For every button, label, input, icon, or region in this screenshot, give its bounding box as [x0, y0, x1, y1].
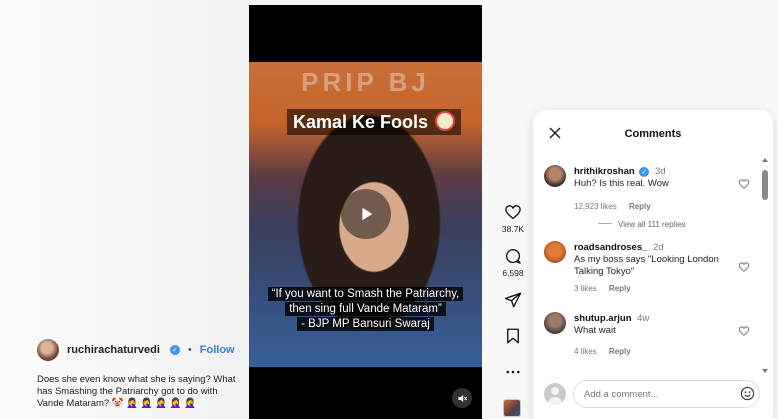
more-icon	[506, 370, 520, 374]
follow-button[interactable]: Follow	[200, 344, 235, 356]
reply-button[interactable]: Reply	[609, 347, 631, 356]
video-quote: “If you want to Smash the Patriarchy, th…	[263, 287, 468, 332]
save-icon	[507, 328, 519, 344]
comments-scrollbar[interactable]	[761, 158, 769, 373]
like-button[interactable]: 38.7K	[500, 203, 526, 234]
comment-heart-icon[interactable]	[738, 325, 750, 337]
comment-meta: 12,923 likes Reply	[574, 202, 744, 211]
comment-like-count[interactable]: 4 likes	[574, 347, 597, 356]
comment-body: roadsandroses_ 2d As my boss says "Looki…	[574, 242, 744, 293]
scroll-down-arrow-icon[interactable]	[762, 369, 768, 373]
commenter-username[interactable]: shutup.arjun	[574, 313, 632, 324]
commenter-username[interactable]: hrithikroshan	[574, 166, 635, 177]
scrollbar-thumb[interactable]	[762, 170, 768, 200]
video-overlay-title: Kamal Ke Fools	[287, 109, 462, 135]
comments-title: Comments	[624, 128, 682, 140]
emoji-icon[interactable]	[740, 386, 755, 401]
speaker-muted-icon	[457, 394, 467, 402]
save-button[interactable]	[500, 327, 526, 345]
comment-composer	[544, 379, 761, 409]
quote-line-3: - BJP MP Bansuri Swaraj	[297, 317, 434, 331]
comment-body: shutup.arjun 4w What wait 4 likes Reply	[574, 313, 744, 356]
comment-like-count[interactable]: 12,923 likes	[574, 202, 617, 211]
verified-badge-icon: ✓	[639, 167, 650, 177]
play-button[interactable]	[341, 189, 391, 239]
heart-icon	[505, 205, 521, 220]
commenter-avatar[interactable]	[544, 312, 566, 334]
quote-line-1: “If you want to Smash the Patriarchy,	[267, 287, 464, 301]
clown-emoji-icon	[435, 111, 456, 131]
reply-button[interactable]: Reply	[629, 202, 651, 211]
more-options-button[interactable]	[500, 363, 526, 381]
separator-dot: •	[187, 344, 192, 356]
verified-badge-icon: ✓	[169, 345, 180, 355]
comment-body: hrithikroshan ✓ 3d Huh? Is this real. Wo…	[574, 166, 744, 211]
comment-text: Huh? Is this real. Wow	[574, 178, 669, 189]
comment-text: What wait	[574, 325, 616, 336]
comment-time: 2d	[653, 242, 664, 253]
reply-button[interactable]: Reply	[609, 284, 631, 293]
share-icon	[504, 292, 522, 308]
post-author-row: ruchirachaturvedi ✓ • Follow	[37, 339, 235, 361]
commenter-avatar[interactable]	[544, 165, 566, 187]
comment-input[interactable]	[573, 380, 760, 408]
author-username[interactable]: ruchirachaturvedi	[67, 344, 160, 356]
comment-header: roadsandroses_ 2d	[574, 242, 744, 253]
play-icon	[362, 207, 373, 221]
comments-panel: Comments hrithikroshan ✓ 3d Huh? Is this…	[533, 110, 773, 419]
quote-line-2: then sing full Vande Mataram”	[285, 302, 446, 316]
comment-time: 4w	[637, 313, 650, 324]
mute-button[interactable]	[452, 388, 472, 408]
scroll-up-arrow-icon[interactable]	[762, 158, 768, 162]
audio-thumbnail[interactable]	[503, 399, 521, 417]
comment-icon	[505, 249, 521, 264]
share-button[interactable]	[500, 291, 526, 309]
comment-button[interactable]: 6,598	[500, 247, 526, 278]
current-user-avatar	[544, 383, 566, 405]
video-banner-text: PRIP BJ	[301, 67, 430, 97]
video-title-text: Kamal Ke Fools	[293, 112, 429, 132]
comment-header: shutup.arjun 4w	[574, 313, 744, 324]
comment-heart-icon[interactable]	[738, 178, 750, 190]
comment-time: 3d	[654, 166, 666, 177]
comment-heart-icon[interactable]	[738, 261, 750, 273]
like-count: 38.7K	[501, 224, 525, 234]
post-caption: Does she even know what she is saying? W…	[37, 374, 236, 409]
commenter-avatar[interactable]	[544, 241, 566, 263]
commenter-username[interactable]: roadsandroses_	[574, 242, 647, 253]
view-replies-button[interactable]: View all 111 replies	[598, 220, 686, 229]
comment-meta: 3 likes Reply	[574, 284, 744, 293]
video-player[interactable]: PRIP BJ Kamal Ke Fools “If you want to S…	[249, 5, 482, 419]
comment-meta: 4 likes Reply	[574, 347, 744, 356]
comment-count: 6,598	[502, 268, 524, 278]
comment-header: hrithikroshan ✓ 3d	[574, 166, 744, 177]
comment-text: As my boss says "Looking London Talking …	[574, 254, 719, 277]
author-avatar[interactable]	[37, 339, 59, 361]
comment-like-count[interactable]: 3 likes	[574, 284, 597, 293]
